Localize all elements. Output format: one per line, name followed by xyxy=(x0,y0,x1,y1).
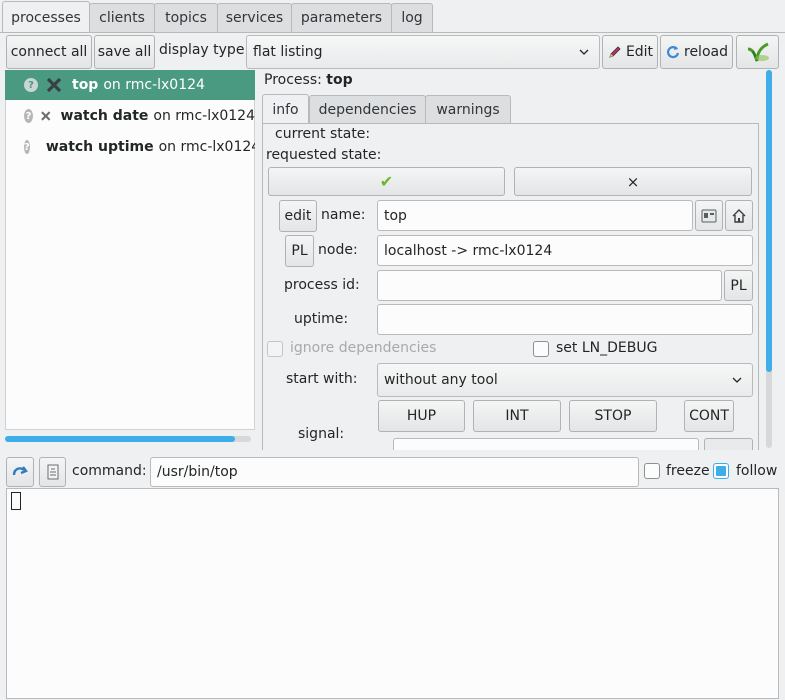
freeze-label: freeze xyxy=(666,463,710,479)
attach-button[interactable] xyxy=(6,457,34,487)
signal-stop-button[interactable]: STOP xyxy=(569,400,657,432)
edit-button[interactable]: Edit xyxy=(602,35,658,69)
request-stop-button[interactable]: × xyxy=(514,167,752,196)
command-field[interactable]: /usr/bin/top xyxy=(150,457,639,487)
node-value: localhost -> rmc-lx0124 xyxy=(384,242,553,259)
launcher-button[interactable] xyxy=(736,35,779,69)
clipped-input[interactable] xyxy=(393,438,699,450)
help-icon: ? xyxy=(24,109,33,123)
requested-state-label: requested state: xyxy=(266,147,382,163)
ignore-dependencies-label: ignore dependencies xyxy=(290,340,437,356)
reload-button[interactable]: reload xyxy=(660,35,733,69)
signal-label: signal: xyxy=(298,426,345,442)
follow-checkbox[interactable] xyxy=(713,463,729,479)
signal-hup-button[interactable]: HUP xyxy=(378,400,465,432)
tab-bar-divider xyxy=(0,32,785,33)
uptime-field[interactable] xyxy=(377,304,753,335)
follow-label: follow xyxy=(736,463,778,479)
name-label: name: xyxy=(321,207,366,223)
list-hscroll-thumb[interactable] xyxy=(5,436,235,442)
terminal-icon xyxy=(701,209,717,222)
stopped-x-icon xyxy=(46,77,62,93)
check-icon: ✔ xyxy=(379,172,394,191)
process-name: top xyxy=(72,77,99,93)
request-start-button[interactable]: ✔ xyxy=(268,167,505,196)
process-host: on rmc-lx0124 xyxy=(153,108,255,124)
tab-info[interactable]: info xyxy=(262,94,309,124)
process-host: on rmc-lx0124 xyxy=(158,139,255,155)
process-id-field[interactable] xyxy=(377,270,722,301)
start-with-label: start with: xyxy=(286,371,358,387)
tab-warnings[interactable]: warnings xyxy=(425,95,511,123)
display-type-label: display type: xyxy=(159,42,250,58)
process-title-label: Process: xyxy=(264,72,322,88)
list-item[interactable]: ? watch date on rmc-lx0124 xyxy=(5,101,255,131)
terminal-button[interactable] xyxy=(695,200,723,231)
tab-services[interactable]: services xyxy=(217,3,292,32)
save-all-button[interactable]: save all xyxy=(94,35,155,69)
detail-vscroll-track[interactable] xyxy=(766,70,772,448)
list-item[interactable]: ? watch uptime on rmc-lx0124 xyxy=(5,132,255,162)
command-value: /usr/bin/top xyxy=(157,464,238,480)
detail-clip-edge xyxy=(255,450,785,454)
clear-icon xyxy=(47,464,58,480)
tab-clients[interactable]: clients xyxy=(89,3,155,32)
list-item[interactable]: ? top on rmc-lx0124 xyxy=(5,70,255,100)
name-value: top xyxy=(384,207,407,224)
uptime-label: uptime: xyxy=(294,311,349,327)
node-pl-button[interactable]: PL xyxy=(285,235,314,267)
tab-processes[interactable]: processes xyxy=(2,1,90,33)
home-button[interactable] xyxy=(725,200,753,231)
detail-vscroll-thumb[interactable] xyxy=(766,70,772,372)
freeze-checkbox[interactable] xyxy=(644,463,660,479)
name-field[interactable]: top xyxy=(377,200,693,231)
signal-int-button[interactable]: INT xyxy=(473,400,561,432)
tab-log[interactable]: log xyxy=(391,3,433,32)
reload-icon xyxy=(666,46,680,59)
follow-checkbox-mark xyxy=(716,466,726,476)
clipped-button[interactable] xyxy=(704,438,753,450)
command-label: command: xyxy=(72,463,147,479)
stopped-x-icon xyxy=(41,111,51,121)
connect-all-button[interactable]: connect all xyxy=(6,35,92,69)
jump-arrow-icon xyxy=(12,466,28,476)
terminal-cursor xyxy=(11,492,21,510)
tab-parameters[interactable]: parameters xyxy=(291,3,392,32)
output-terminal[interactable] xyxy=(6,488,779,699)
current-state-label: current state: xyxy=(275,126,371,142)
display-type-value: flat listing xyxy=(253,44,323,60)
process-host: on rmc-lx0124 xyxy=(103,77,205,93)
start-with-select[interactable]: without any tool xyxy=(377,363,753,397)
signal-cont-button[interactable]: CONT xyxy=(684,400,734,432)
help-icon: ? xyxy=(24,140,30,154)
ignore-dependencies-checkbox[interactable] xyxy=(267,341,283,357)
clear-output-button[interactable] xyxy=(39,457,66,487)
home-icon xyxy=(732,208,746,223)
edit-name-button[interactable]: edit xyxy=(279,200,317,232)
edit-button-label: Edit xyxy=(625,44,654,60)
set-ln-debug-label: set LN_DEBUG xyxy=(556,340,658,356)
process-id-pl-button[interactable]: PL xyxy=(724,270,753,301)
node-field[interactable]: localhost -> rmc-lx0124 xyxy=(377,235,753,266)
list-hscroll-track[interactable] xyxy=(5,436,251,442)
process-title-name: top xyxy=(326,72,353,88)
reload-button-label: reload xyxy=(684,44,728,60)
start-with-value: without any tool xyxy=(384,372,498,388)
pencil-icon xyxy=(609,46,621,58)
chevron-down-icon xyxy=(732,377,742,383)
process-name: watch uptime xyxy=(45,139,154,155)
process-name: watch date xyxy=(60,108,149,124)
display-type-select[interactable]: flat listing xyxy=(246,35,600,69)
process-title: Process: top xyxy=(264,72,353,88)
node-label: node: xyxy=(318,242,358,258)
help-icon: ? xyxy=(24,78,38,92)
tab-topics[interactable]: topics xyxy=(154,3,218,32)
process-id-label: process id: xyxy=(284,277,360,293)
launcher-icon xyxy=(747,42,769,62)
tab-dependencies[interactable]: dependencies xyxy=(309,95,426,123)
close-icon: × xyxy=(626,172,640,191)
chevron-down-icon xyxy=(579,49,589,55)
set-ln-debug-checkbox[interactable] xyxy=(533,341,549,357)
